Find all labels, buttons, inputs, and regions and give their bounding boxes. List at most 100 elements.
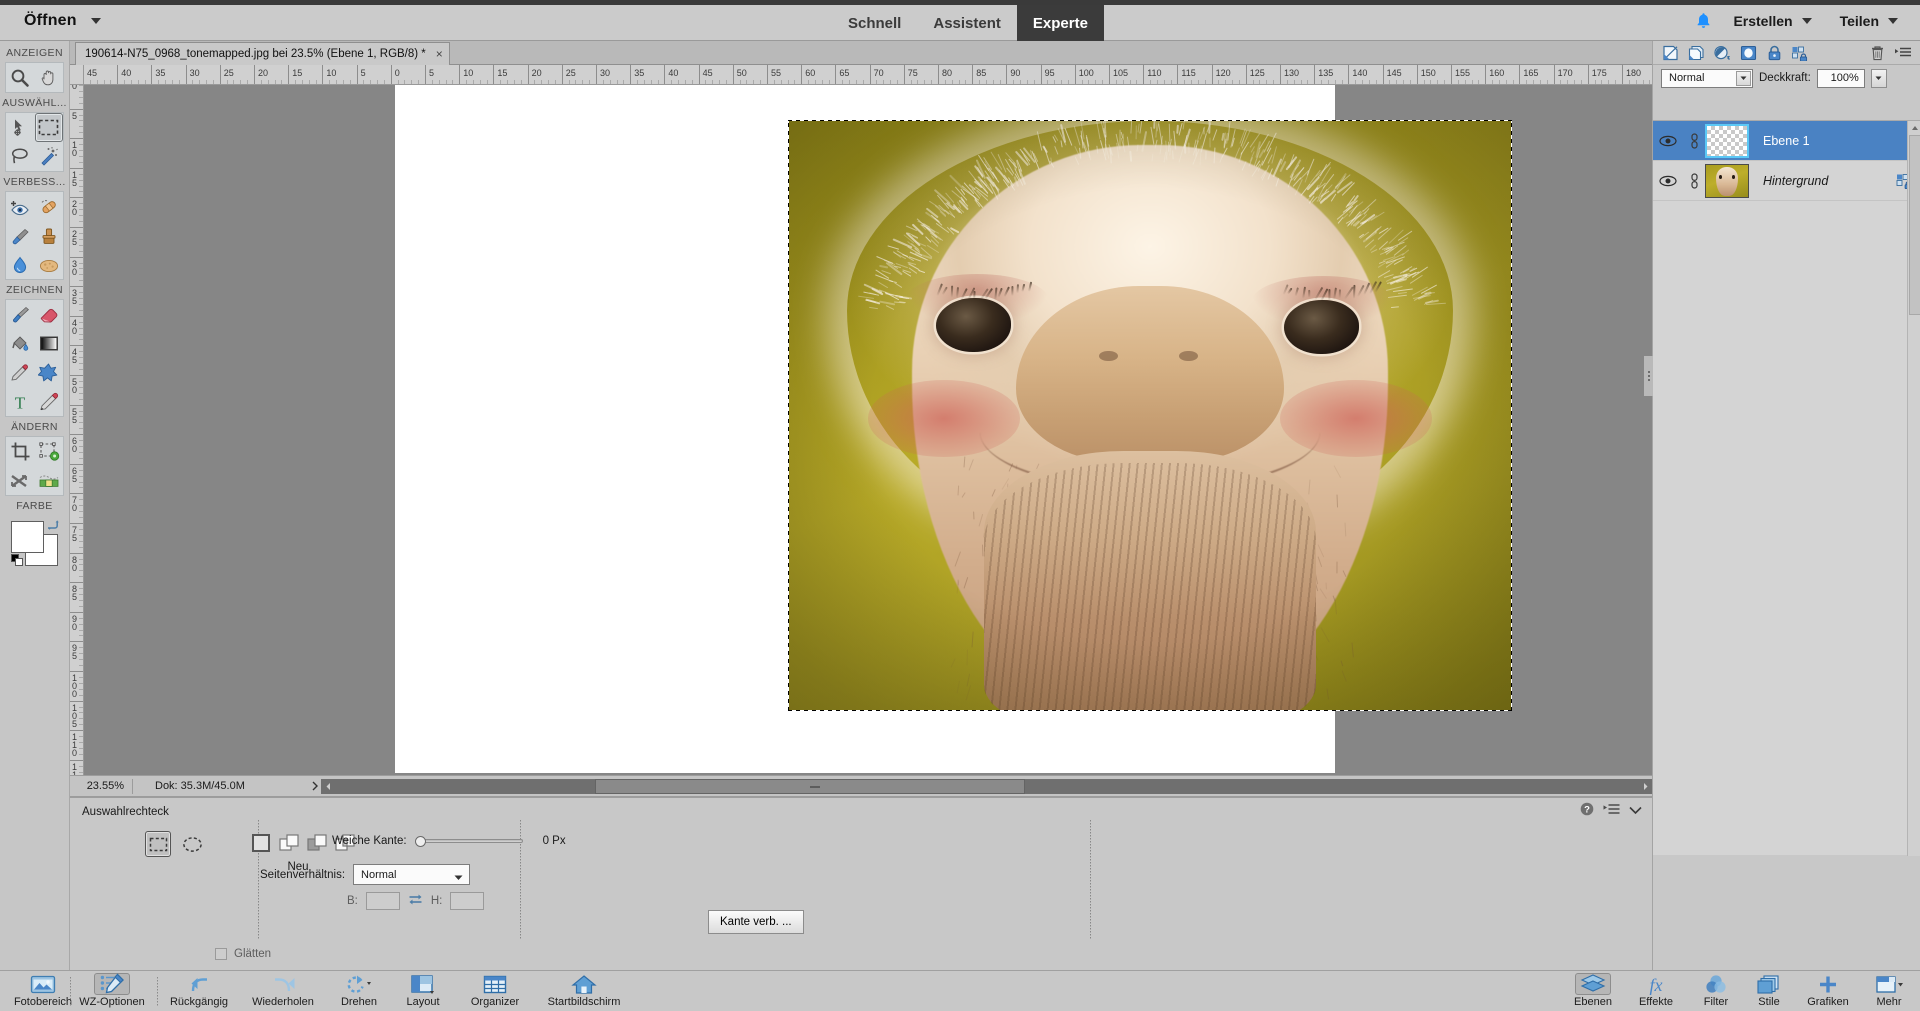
eraser-tool[interactable] bbox=[35, 300, 64, 329]
layer-thumbnail-photo[interactable] bbox=[1705, 164, 1749, 198]
content-aware-move-tool[interactable] bbox=[6, 466, 35, 495]
link-layers-icon[interactable] bbox=[1683, 133, 1705, 149]
document-tab[interactable]: 190614-N75_0968_tonemapped.jpg bei 23.5%… bbox=[75, 42, 450, 65]
create-button[interactable]: Erstellen bbox=[1721, 9, 1823, 33]
open-button[interactable]: Öffnen bbox=[14, 7, 111, 34]
visibility-eye-icon[interactable] bbox=[1653, 175, 1683, 187]
move-tool[interactable] bbox=[6, 113, 35, 142]
swap-colors-icon[interactable] bbox=[46, 519, 60, 534]
blend-mode-select[interactable]: Normal bbox=[1661, 69, 1753, 88]
layers-scrollbar[interactable] bbox=[1907, 121, 1920, 856]
sponge-tool[interactable] bbox=[35, 250, 64, 279]
canvas-area[interactable] bbox=[84, 85, 1652, 775]
close-icon[interactable]: × bbox=[436, 47, 443, 61]
straighten-tool[interactable] bbox=[35, 466, 64, 495]
layer-name-ebene-1[interactable]: Ebene 1 bbox=[1749, 134, 1889, 148]
recompose-tool[interactable] bbox=[35, 437, 64, 466]
swap-dimensions-icon[interactable] bbox=[408, 893, 423, 909]
horizontal-scroll-thumb[interactable] bbox=[595, 779, 1025, 794]
taskbar-grafiken[interactable]: Grafiken bbox=[1794, 973, 1862, 1011]
taskbar-filter[interactable]: Filter bbox=[1688, 973, 1744, 1011]
custom-shape-tool[interactable] bbox=[35, 358, 64, 387]
scroll-right-arrow[interactable] bbox=[1638, 779, 1652, 794]
panel-menu-icon[interactable] bbox=[1890, 42, 1916, 64]
ruler-origin-corner[interactable] bbox=[70, 65, 84, 85]
width-input[interactable] bbox=[366, 892, 400, 910]
brush-tool[interactable] bbox=[6, 300, 35, 329]
status-menu-icon[interactable] bbox=[308, 776, 321, 796]
vertical-ruler[interactable]: 0 5 10 15 20 25 30 35 40 45 50 55 60 65 70 75 80 85 90 95 10… bbox=[70, 85, 84, 775]
taskbar-startbildschirm[interactable]: Startbildschirm bbox=[534, 973, 634, 1011]
taskbar-stile[interactable]: Stile bbox=[1744, 973, 1794, 1011]
zoom-level[interactable]: 23.55% bbox=[70, 780, 132, 792]
collapse-chevron-icon[interactable] bbox=[1629, 804, 1642, 818]
refine-edge-button[interactable]: Kante verb. ... bbox=[708, 910, 804, 934]
layer-row-ebene-1[interactable]: Ebene 1 bbox=[1653, 121, 1920, 161]
subtract-from-selection-mode[interactable] bbox=[304, 831, 330, 855]
taskbar-rueckgaengig[interactable]: Rückgängig bbox=[160, 973, 238, 1011]
lasso-tool[interactable] bbox=[6, 142, 35, 171]
document-paper[interactable] bbox=[395, 85, 1335, 773]
delete-layer-icon[interactable] bbox=[1864, 42, 1890, 64]
smart-brush-tool[interactable] bbox=[6, 221, 35, 250]
aspect-select[interactable]: Normal bbox=[353, 864, 470, 885]
scroll-left-arrow[interactable] bbox=[321, 779, 335, 794]
type-tool[interactable]: T bbox=[6, 387, 35, 416]
taskbar-wz-optionen[interactable]: WZ-Optionen bbox=[72, 973, 152, 1011]
taskbar-wiederholen[interactable]: Wiederholen bbox=[240, 973, 326, 1011]
photo-image[interactable] bbox=[789, 121, 1511, 710]
lock-icon[interactable] bbox=[1761, 42, 1787, 64]
horizontal-ruler[interactable]: 45 40 35 30 25 20 15 10 5 0 5 10 15 20 25 30 35 40 45 50 55 6… bbox=[84, 65, 1652, 85]
zoom-tool[interactable] bbox=[6, 63, 35, 92]
taskbar-organizer[interactable]: Organizer bbox=[456, 973, 534, 1011]
opacity-stepper[interactable] bbox=[1871, 69, 1887, 88]
share-button[interactable]: Teilen bbox=[1828, 9, 1910, 33]
rectangular-marquee-tool[interactable] bbox=[35, 113, 64, 142]
chevron-down-icon[interactable] bbox=[1736, 71, 1751, 86]
antialias-checkbox[interactable] bbox=[215, 948, 227, 960]
layer-name-hintergrund[interactable]: Hintergrund bbox=[1749, 174, 1889, 188]
taskbar-drehen[interactable]: Drehen bbox=[328, 973, 390, 1011]
paint-bucket-tool[interactable] bbox=[6, 329, 35, 358]
taskbar-effekte[interactable]: fx Effekte bbox=[1624, 973, 1688, 1011]
new-selection-mode[interactable] bbox=[248, 831, 274, 855]
blur-tool[interactable] bbox=[6, 250, 35, 279]
gradient-tool[interactable] bbox=[35, 329, 64, 358]
feather-slider[interactable] bbox=[415, 835, 523, 847]
tab-assistent[interactable]: Assistent bbox=[917, 5, 1017, 41]
tab-schnell[interactable]: Schnell bbox=[832, 5, 917, 41]
help-icon[interactable]: ? bbox=[1580, 802, 1594, 819]
height-input[interactable] bbox=[450, 892, 484, 910]
options-menu-icon[interactable] bbox=[1603, 803, 1620, 819]
link-layers-icon[interactable] bbox=[1683, 173, 1705, 189]
crop-tool[interactable] bbox=[6, 437, 35, 466]
color-picker-tool[interactable] bbox=[6, 358, 35, 387]
taskbar-mehr[interactable]: Mehr bbox=[1862, 973, 1916, 1011]
panel-resize-grip[interactable] bbox=[1644, 356, 1653, 396]
default-colors-icon[interactable] bbox=[11, 554, 24, 567]
scroll-up-arrow[interactable] bbox=[1908, 121, 1920, 135]
layer-row-hintergrund[interactable]: Hintergrund bbox=[1653, 161, 1920, 201]
pencil-tool[interactable] bbox=[35, 387, 64, 416]
foreground-color-swatch[interactable] bbox=[11, 521, 44, 553]
layers-scroll-thumb[interactable] bbox=[1909, 135, 1920, 315]
horizontal-scrollbar[interactable] bbox=[335, 779, 1638, 794]
opacity-input[interactable]: 100% bbox=[1817, 69, 1865, 88]
add-to-selection-mode[interactable] bbox=[276, 831, 302, 855]
healing-brush-tool[interactable] bbox=[35, 192, 64, 221]
antialias-row[interactable]: Glätten bbox=[215, 948, 271, 960]
layers-list[interactable]: Ebene 1 Hintergrund bbox=[1653, 120, 1920, 855]
layer-mask-icon[interactable] bbox=[1735, 42, 1761, 64]
magic-wand-tool[interactable] bbox=[35, 142, 64, 171]
taskbar-ebenen[interactable]: Ebenen bbox=[1562, 973, 1624, 1011]
color-swatches[interactable] bbox=[11, 521, 59, 567]
lock-all-icon[interactable] bbox=[1787, 42, 1813, 64]
clone-stamp-tool[interactable] bbox=[35, 221, 64, 250]
taskbar-layout[interactable]: Layout bbox=[390, 973, 456, 1011]
bell-icon[interactable] bbox=[1689, 7, 1717, 35]
adjustment-layer-icon[interactable] bbox=[1709, 42, 1735, 64]
layer-thumbnail-transparent[interactable] bbox=[1705, 124, 1749, 158]
elliptical-marquee-option[interactable] bbox=[179, 831, 205, 857]
hand-tool[interactable] bbox=[35, 63, 64, 92]
rectangular-marquee-option[interactable] bbox=[145, 831, 171, 857]
